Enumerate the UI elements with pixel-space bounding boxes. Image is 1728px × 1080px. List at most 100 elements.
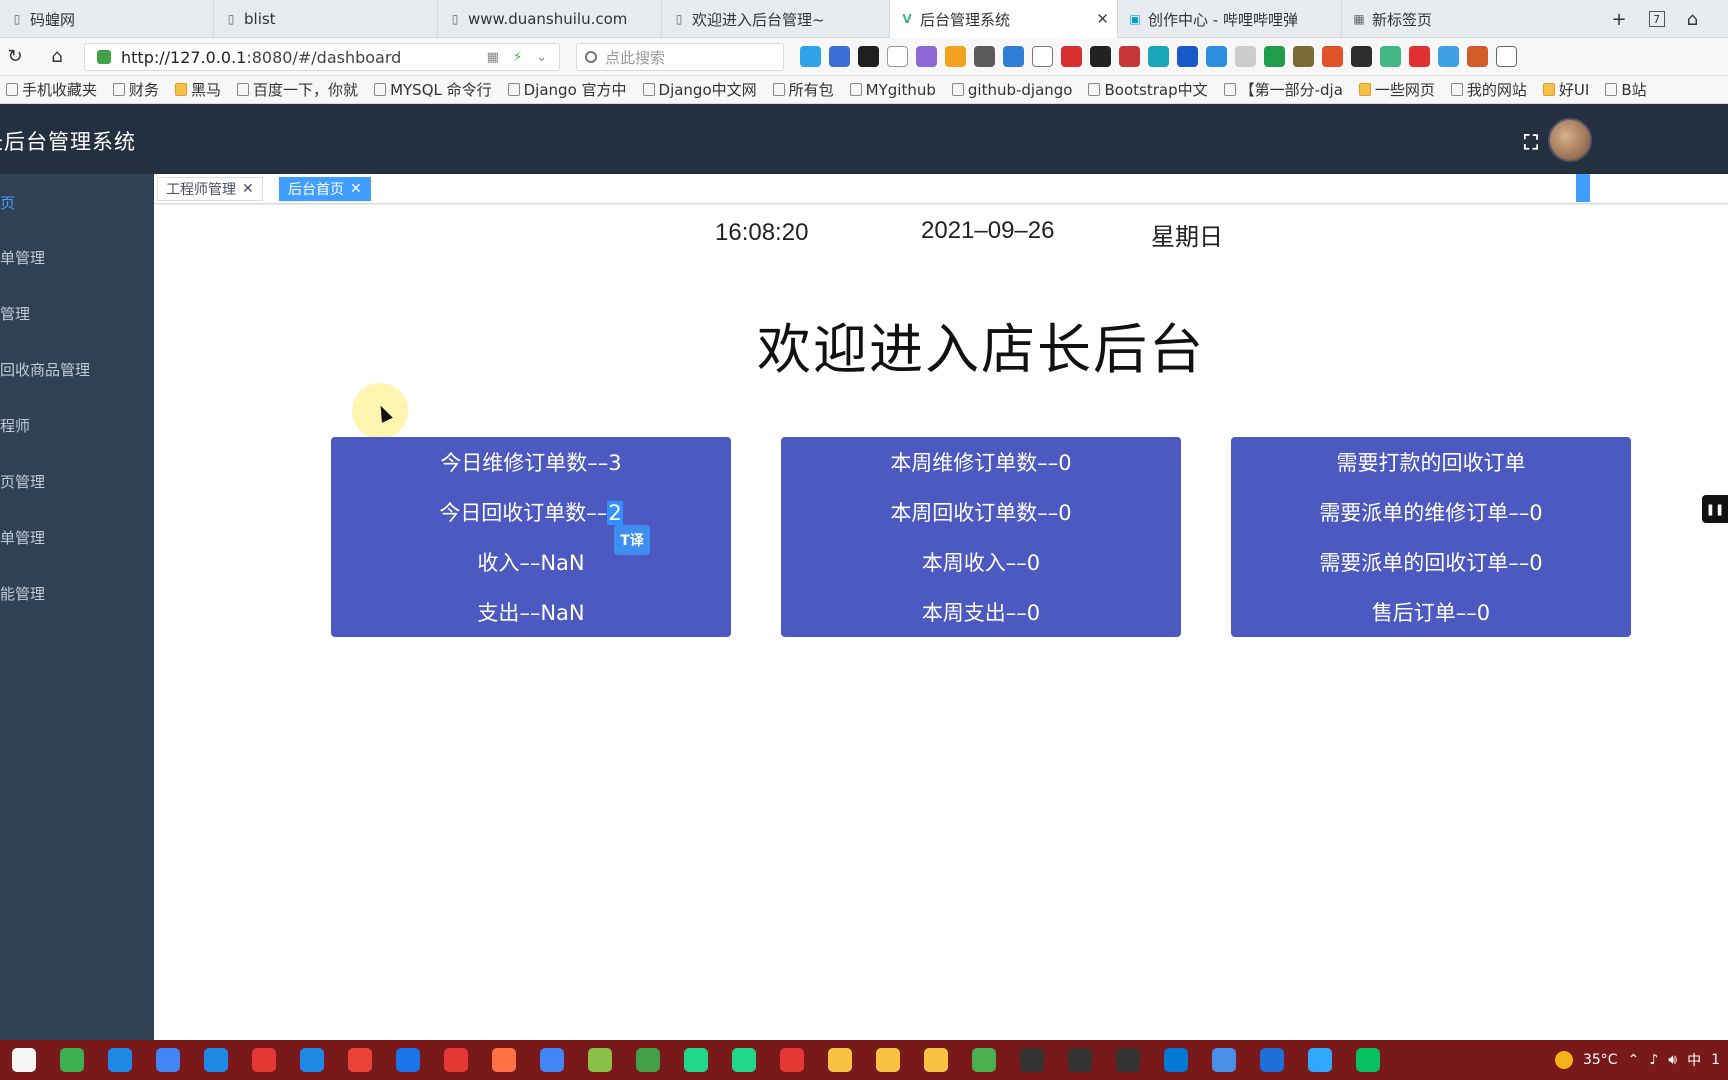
reload-icon[interactable]: ↻: [0, 46, 30, 67]
browser-tab[interactable]: ▯ www.duanshuilu.com: [438, 0, 662, 38]
extension-icon[interactable]: [1206, 46, 1227, 67]
translate-popup-icon[interactable]: T译: [614, 525, 650, 555]
sidebar-item[interactable]: 回收商品管理: [0, 341, 154, 397]
taskbar-app-icon[interactable]: [588, 1048, 612, 1072]
volume-icon[interactable]: 🔊︎: [1668, 1052, 1677, 1068]
taskbar-app-icon[interactable]: [204, 1048, 228, 1072]
browser-tab[interactable]: ▯ 码蝗网: [0, 0, 214, 38]
bookmark-item[interactable]: github-django: [951, 81, 1072, 99]
sidebar-item[interactable]: 能管理: [0, 565, 154, 621]
tab-count-icon[interactable]: 7: [1648, 11, 1665, 27]
bookmark-item[interactable]: MYSQL 命令行: [374, 79, 492, 100]
extension-icon[interactable]: [1090, 46, 1111, 67]
bookmark-item[interactable]: 好UI: [1542, 79, 1589, 100]
pause-icon[interactable]: ❚❚: [1702, 495, 1728, 523]
taskbar-app-icon[interactable]: [348, 1048, 372, 1072]
extension-icon[interactable]: [1293, 46, 1314, 67]
sidebar-item[interactable]: 页: [0, 174, 154, 230]
extension-icon[interactable]: [1467, 46, 1488, 67]
extension-icon[interactable]: [1148, 46, 1169, 67]
extension-icon[interactable]: [1351, 46, 1372, 67]
sidebar-item[interactable]: 单管理: [0, 509, 154, 565]
taskbar-app-icon[interactable]: [780, 1048, 804, 1072]
task-view-icon[interactable]: [12, 1048, 36, 1072]
close-tab-icon[interactable]: ✕: [1096, 10, 1109, 28]
new-tab-icon[interactable]: +: [1611, 9, 1626, 30]
tags-scroll-edge[interactable]: [1576, 174, 1590, 202]
chevron-up-icon[interactable]: ⌃: [1628, 1052, 1640, 1068]
fullscreen-icon[interactable]: ⛶: [1524, 130, 1538, 154]
chevron-down-icon[interactable]: ⌄: [536, 50, 547, 65]
extension-icon[interactable]: [1264, 46, 1285, 67]
translate-icon[interactable]: [916, 46, 937, 67]
taskbar-app-icon[interactable]: [60, 1048, 84, 1072]
lightning-icon[interactable]: ⚡: [513, 50, 522, 65]
qr-icon[interactable]: ▦: [487, 50, 499, 65]
bookmark-item[interactable]: MYgithub: [849, 81, 936, 99]
taskbar-app-icon[interactable]: [1260, 1048, 1284, 1072]
gift-icon[interactable]: ⌂: [1687, 9, 1698, 30]
bookmark-item[interactable]: 百度一下，你就: [237, 79, 358, 100]
close-icon[interactable]: ✕: [350, 181, 362, 197]
bookmark-item[interactable]: 我的网站: [1450, 79, 1527, 100]
browser-tab[interactable]: ▯ blist: [214, 0, 438, 38]
home-icon[interactable]: ⌂: [42, 46, 72, 67]
browser-tab-active[interactable]: V 后台管理系统 ✕: [890, 0, 1118, 38]
taskbar-app-icon[interactable]: [444, 1048, 468, 1072]
taskbar-app-icon[interactable]: [396, 1048, 420, 1072]
bookmark-item[interactable]: B站: [1605, 79, 1647, 100]
extension-icon[interactable]: [800, 46, 821, 67]
taskbar-clock[interactable]: 1: [1711, 1052, 1720, 1068]
sidebar-item[interactable]: 管理: [0, 285, 154, 341]
vue-devtools-icon[interactable]: [1380, 46, 1401, 67]
taskbar-app-icon[interactable]: [300, 1048, 324, 1072]
taskbar-app-icon[interactable]: [636, 1048, 660, 1072]
taskbar-app-icon[interactable]: [972, 1048, 996, 1072]
extension-icon[interactable]: [1177, 46, 1198, 67]
ime-indicator[interactable]: 中: [1687, 1050, 1701, 1070]
bookmark-item[interactable]: Django 官方中: [507, 79, 627, 100]
bookmark-item[interactable]: 黑马: [175, 79, 221, 100]
taskbar-app-icon[interactable]: [732, 1048, 756, 1072]
tag-dashboard[interactable]: 后台首页 ✕: [279, 177, 371, 201]
taskbar-app-icon[interactable]: [1164, 1048, 1188, 1072]
extension-icon[interactable]: [974, 46, 995, 67]
taskbar-app-icon[interactable]: [540, 1048, 564, 1072]
close-icon[interactable]: ✕: [242, 181, 254, 197]
extension-icon[interactable]: [858, 46, 879, 67]
extension-icon[interactable]: [1003, 46, 1024, 67]
bookmark-item[interactable]: 所有包: [772, 79, 834, 100]
taskbar-app-icon[interactable]: [876, 1048, 900, 1072]
extension-icon[interactable]: [1322, 46, 1343, 67]
search-input[interactable]: 点此搜索: [576, 43, 784, 71]
extension-icon[interactable]: [1119, 46, 1140, 67]
sidebar-item[interactable]: 页管理: [0, 453, 154, 509]
adblock-icon[interactable]: [1409, 46, 1430, 67]
extension-icon[interactable]: [1235, 46, 1256, 67]
extension-icon[interactable]: [829, 46, 850, 67]
browser-tab[interactable]: ▯ 欢迎进入后台管理~: [662, 0, 890, 38]
taskbar-app-icon[interactable]: [1116, 1048, 1140, 1072]
taskbar-app-icon[interactable]: [924, 1048, 948, 1072]
taskbar-app-icon[interactable]: [1212, 1048, 1236, 1072]
taskbar-app-icon[interactable]: [684, 1048, 708, 1072]
taskbar-app-icon[interactable]: [1308, 1048, 1332, 1072]
taskbar-app-icon[interactable]: [1020, 1048, 1044, 1072]
taskbar-app-icon[interactable]: [1356, 1048, 1380, 1072]
bookmark-item[interactable]: 财务: [113, 79, 159, 100]
scissors-icon[interactable]: [887, 46, 908, 67]
taskbar-app-icon[interactable]: [252, 1048, 276, 1072]
bookmark-item[interactable]: Django中文网: [642, 79, 757, 100]
avatar[interactable]: [1548, 118, 1592, 162]
taskbar-app-icon[interactable]: [108, 1048, 132, 1072]
bookmark-item[interactable]: Bootstrap中文: [1088, 79, 1208, 100]
taskbar-app-icon[interactable]: [156, 1048, 180, 1072]
taskbar-app-icon[interactable]: [1068, 1048, 1092, 1072]
taskbar-app-icon[interactable]: [492, 1048, 516, 1072]
bookmark-item[interactable]: 【第一部分-dja: [1223, 79, 1343, 100]
sidebar-item[interactable]: 单管理: [0, 229, 154, 285]
browser-tab[interactable]: ▣ 创作中心 - 哔哩哔哩弹: [1118, 0, 1342, 38]
extension-icon[interactable]: [1061, 46, 1082, 67]
apps-icon[interactable]: [1496, 46, 1517, 67]
address-bar[interactable]: http://127.0.0.1:8080/#/dashboard ▦ ⚡ ⌄: [84, 43, 560, 71]
